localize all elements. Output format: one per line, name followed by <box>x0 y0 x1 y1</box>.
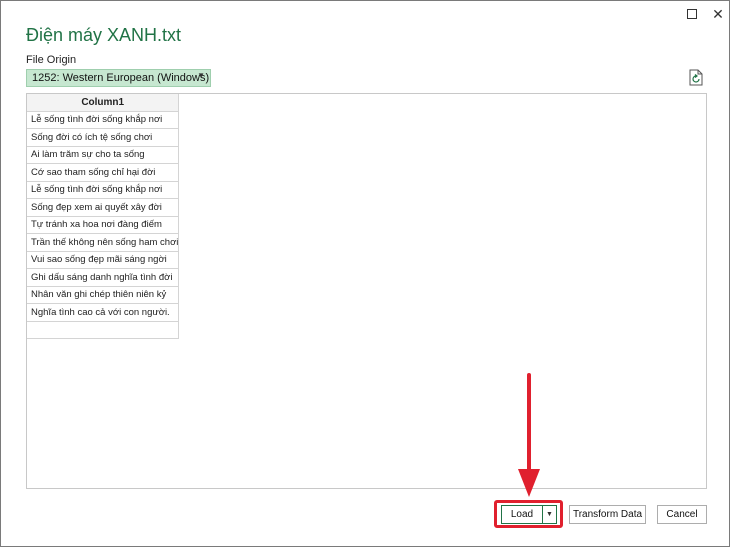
table-row: Trần thế không nên sống ham chơi <box>27 233 180 252</box>
chevron-down-icon: ▼ <box>197 71 205 80</box>
load-button[interactable]: Load <box>501 505 543 524</box>
table-row: Lễ sống tình đời sống khắp nơi <box>27 181 180 199</box>
maximize-button[interactable] <box>681 5 703 23</box>
import-dialog: ✕ Điện máy XANH.txt File Origin 1252: We… <box>0 0 730 547</box>
table-cell: Sống đời có ích tệ sống chơi <box>27 128 180 147</box>
cancel-button[interactable]: Cancel <box>657 505 707 524</box>
load-dropdown-button[interactable]: ▼ <box>542 505 557 524</box>
table-cell: Nhân văn ghi chép thiên niên kỷ <box>27 286 180 304</box>
table-cell: Tự tránh xa hoa nơi đàng điếm <box>27 216 180 234</box>
table-row: Cớ sao tham sống chỉ hại đời <box>27 163 180 182</box>
file-origin-label: File Origin <box>26 54 77 66</box>
table-cell: Ai làm trăm sự cho ta sống <box>27 146 180 164</box>
table-row: Ai làm trăm sự cho ta sống <box>27 146 180 164</box>
table-cell <box>27 321 180 339</box>
maximize-icon <box>687 9 697 19</box>
table-row: Lễ sống tình đời sống khắp nơi <box>27 111 180 129</box>
column-header[interactable]: Column1 <box>27 94 180 112</box>
transform-data-button[interactable]: Transform Data <box>569 505 646 524</box>
table-cell: Lễ sống tình đời sống khắp nơi <box>27 181 180 199</box>
table-cell: Trần thế không nên sống ham chơi <box>27 233 180 252</box>
table-row: Sống đời có ích tệ sống chơi <box>27 128 180 147</box>
table-row: Ghi dấu sáng danh nghĩa tình đời <box>27 268 180 287</box>
table-cell: Vui sao sống đẹp mãi sáng ngời <box>27 251 180 269</box>
table-row: Nghĩa tình cao cả với con người. <box>27 303 180 322</box>
table-row: Tự tránh xa hoa nơi đàng điếm <box>27 216 180 234</box>
refresh-icon[interactable] <box>689 69 703 86</box>
close-icon: ✕ <box>712 5 724 22</box>
chevron-down-icon: ▼ <box>546 511 553 518</box>
table-cell: Nghĩa tình cao cả với con người. <box>27 303 180 322</box>
table-cell: Sống đẹp xem ai quyết xây đời <box>27 198 180 217</box>
data-preview: Column1 Lễ sống tình đời sống khắp nơi S… <box>26 93 707 489</box>
table-row: Vui sao sống đẹp mãi sáng ngời <box>27 251 180 269</box>
file-origin-value: 1252: Western European (Windows) <box>32 72 210 84</box>
dialog-title: Điện máy XANH.txt <box>26 25 182 45</box>
table-row <box>27 321 180 339</box>
close-button[interactable]: ✕ <box>707 5 729 23</box>
table-cell: Lễ sống tình đời sống khắp nơi <box>27 111 180 129</box>
table-row: Nhân văn ghi chép thiên niên kỷ <box>27 286 180 304</box>
table-cell: Cớ sao tham sống chỉ hại đời <box>27 163 180 182</box>
file-origin-select[interactable]: 1252: Western European (Windows) ▼ <box>26 69 211 87</box>
table-cell: Ghi dấu sáng danh nghĩa tình đời <box>27 268 180 287</box>
preview-table: Column1 Lễ sống tình đời sống khắp nơi S… <box>27 94 180 339</box>
annotation-arrow <box>518 373 540 497</box>
table-row: Sống đẹp xem ai quyết xây đời <box>27 198 180 217</box>
